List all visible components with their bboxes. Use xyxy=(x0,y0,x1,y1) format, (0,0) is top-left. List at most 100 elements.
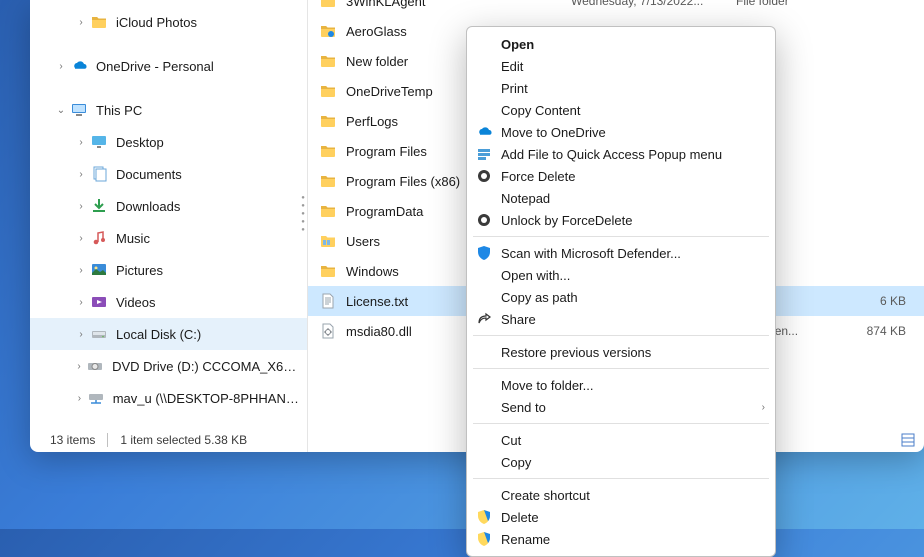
thispc-icon xyxy=(70,101,88,119)
tree-item-label: mav_u (\\DESKTOP-8PHHAN9\Users) ( xyxy=(113,391,307,406)
menu-item-label: Scan with Microsoft Defender... xyxy=(501,246,681,261)
chevron-icon[interactable]: › xyxy=(72,233,90,244)
menu-item-label: Delete xyxy=(501,510,539,525)
menu-item[interactable]: Delete xyxy=(467,506,775,528)
status-bar: 13 items 1 item selected 5.38 KB xyxy=(50,428,247,452)
folder-icon xyxy=(318,81,338,101)
menu-item[interactable]: Notepad xyxy=(467,187,775,209)
chevron-right-icon: › xyxy=(762,402,765,413)
menu-item-label: Cut xyxy=(501,433,521,448)
tree-item[interactable]: ›DVD Drive (D:) CCCOMA_X64FRE_EN-0 xyxy=(30,350,307,382)
pane-resize-handle[interactable]: ●●●●● xyxy=(299,0,307,428)
folder-blue-icon xyxy=(318,21,338,41)
navigation-pane: ›iCloud Photos›OneDrive - Personal⌄This … xyxy=(30,0,308,452)
tree-item[interactable]: ›Downloads xyxy=(30,190,307,222)
menu-item-label: Add File to Quick Access Popup menu xyxy=(501,147,722,162)
tree-item-label: Pictures xyxy=(116,263,169,278)
tree-item-label: Local Disk (C:) xyxy=(116,327,207,342)
menu-item[interactable]: Add File to Quick Access Popup menu xyxy=(467,143,775,165)
menu-item-label: Move to OneDrive xyxy=(501,125,606,140)
tree-item[interactable]: ⌄ This PC xyxy=(30,94,307,126)
menu-item-label: Restore previous versions xyxy=(501,345,651,360)
tree-item-label: This PC xyxy=(96,103,148,118)
chevron-icon[interactable]: › xyxy=(72,265,90,276)
menu-item[interactable]: Rename xyxy=(467,528,775,550)
menu-item-label: Create shortcut xyxy=(501,488,590,503)
chevron-icon[interactable]: › xyxy=(52,61,70,72)
tree-item[interactable]: › OneDrive - Personal xyxy=(30,50,307,82)
chevron-icon[interactable]: › xyxy=(72,361,86,372)
folder-icon xyxy=(318,171,338,191)
menu-separator xyxy=(473,335,769,336)
file-row[interactable]: 3WinKLAgentWednesday, 7/13/2022...File f… xyxy=(308,0,924,16)
folder-icon xyxy=(318,111,338,131)
menu-item-label: Edit xyxy=(501,59,523,74)
folder-icon xyxy=(90,13,108,31)
uac-icon xyxy=(475,508,493,526)
chevron-icon[interactable]: › xyxy=(72,137,90,148)
tree-item[interactable]: ›Documents xyxy=(30,158,307,190)
menu-item[interactable]: Move to OneDrive xyxy=(467,121,775,143)
menu-item[interactable]: Unlock by ForceDelete xyxy=(467,209,775,231)
menu-item[interactable]: Restore previous versions xyxy=(467,341,775,363)
uac-icon xyxy=(475,530,493,548)
netdrive-icon xyxy=(87,389,105,407)
menu-item[interactable]: Send to› xyxy=(467,396,775,418)
menu-item[interactable]: Edit xyxy=(467,55,775,77)
menu-item-label: Share xyxy=(501,312,536,327)
menu-separator xyxy=(473,423,769,424)
chevron-icon[interactable]: › xyxy=(72,393,87,404)
qap-icon xyxy=(475,145,493,163)
menu-separator xyxy=(473,478,769,479)
folder-icon xyxy=(318,51,338,71)
tree-item-label: Videos xyxy=(116,295,162,310)
downloads-icon xyxy=(90,197,108,215)
tree-item[interactable]: › Pictures xyxy=(30,254,307,286)
onedrive-icon xyxy=(475,123,493,141)
drive-icon xyxy=(90,325,108,343)
divider xyxy=(107,433,108,447)
tree-item-label: Music xyxy=(116,231,156,246)
menu-item[interactable]: Open xyxy=(467,33,775,55)
videos-icon xyxy=(90,293,108,311)
menu-item[interactable]: Copy Content xyxy=(467,99,775,121)
forcedelete-icon xyxy=(475,211,493,229)
view-details-icon[interactable] xyxy=(898,430,918,450)
chevron-icon[interactable]: › xyxy=(72,17,90,28)
tree-item[interactable]: › Desktop xyxy=(30,126,307,158)
chevron-icon[interactable]: › xyxy=(72,297,90,308)
tree-item[interactable]: › Music xyxy=(30,222,307,254)
menu-item[interactable]: Print xyxy=(467,77,775,99)
chevron-icon[interactable]: › xyxy=(72,329,90,340)
tree-item[interactable]: › Videos xyxy=(30,286,307,318)
tree-item-label: OneDrive - Personal xyxy=(96,59,220,74)
folder-icon xyxy=(318,261,338,281)
menu-item[interactable]: Force Delete xyxy=(467,165,775,187)
tree-item[interactable]: ›iCloud Photos xyxy=(30,6,307,38)
forcedelete-icon xyxy=(475,167,493,185)
chevron-icon[interactable]: ⌄ xyxy=(52,105,70,116)
menu-item[interactable]: Open with... xyxy=(467,264,775,286)
music-icon xyxy=(90,229,108,247)
tree-item[interactable]: › Local Disk (C:) xyxy=(30,318,307,350)
chevron-icon[interactable]: › xyxy=(72,201,90,212)
menu-item[interactable]: Create shortcut xyxy=(467,484,775,506)
menu-item[interactable]: Copy xyxy=(467,451,775,473)
menu-item[interactable]: Cut xyxy=(467,429,775,451)
folder-icon xyxy=(318,0,338,11)
menu-item-label: Copy as path xyxy=(501,290,578,305)
dvd-icon xyxy=(86,357,104,375)
context-menu: Open Edit PrintCopy Content Move to OneDriv… xyxy=(466,26,776,557)
chevron-icon[interactable]: › xyxy=(72,169,90,180)
status-selection: 1 item selected 5.38 KB xyxy=(120,433,247,447)
menu-item[interactable]: Share xyxy=(467,308,775,330)
menu-item[interactable]: Copy as path xyxy=(467,286,775,308)
menu-item[interactable]: Scan with Microsoft Defender... xyxy=(467,242,775,264)
menu-item-label: Open with... xyxy=(501,268,570,283)
tree-item-label: Desktop xyxy=(116,135,170,150)
menu-item[interactable]: Move to folder... xyxy=(467,374,775,396)
share-icon xyxy=(475,310,493,328)
shield-icon xyxy=(475,244,493,262)
folder-icon xyxy=(318,201,338,221)
tree-item[interactable]: › mav_u (\\DESKTOP-8PHHAN9\Users) ( xyxy=(30,382,307,414)
